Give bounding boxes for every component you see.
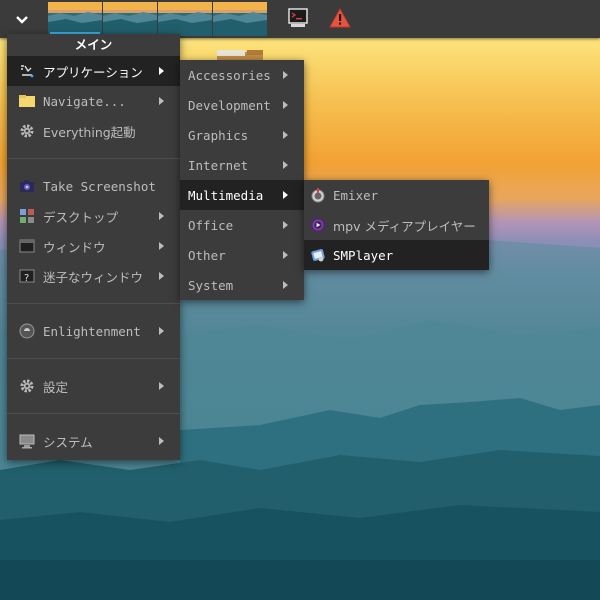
window-icon <box>19 238 35 254</box>
submenu-arrow-icon <box>159 382 164 390</box>
pager-desktop-4[interactable] <box>213 2 267 36</box>
submenu-arrow-icon <box>159 67 164 75</box>
applications-icon <box>19 63 35 79</box>
warning-icon[interactable] <box>328 6 352 30</box>
submenu-arrow-icon <box>283 251 288 259</box>
submenu-arrow-icon <box>283 101 288 109</box>
submenu-arrow-icon <box>283 281 288 289</box>
submenu-arrow-icon <box>159 97 164 105</box>
smplayer-icon <box>310 247 326 263</box>
settings-gear-icon <box>19 378 35 394</box>
submenu-arrow-icon <box>159 212 164 220</box>
submenu-arrow-icon <box>283 221 288 229</box>
desktop-icon <box>19 208 35 224</box>
submenu-arrow-icon <box>159 437 164 445</box>
pager-desktop-1[interactable] <box>48 2 102 36</box>
menu-separator <box>7 158 180 159</box>
app-item-mpv[interactable]: mpv メディアプレイヤー <box>304 210 489 240</box>
pager-desktop-2[interactable] <box>103 2 157 36</box>
menu-item-label: Take Screenshot <box>43 178 156 194</box>
enlightenment-icon <box>19 323 35 339</box>
menu-item-label: Everything起動 <box>43 124 136 140</box>
submenu-item-accessories[interactable]: Accessories <box>180 60 304 90</box>
computer-icon <box>19 433 35 449</box>
submenu-arrow-icon <box>283 131 288 139</box>
submenu-arrow-icon <box>159 242 164 250</box>
menu-item-take-screenshot[interactable]: Take Screenshot <box>7 171 180 201</box>
gear-icon <box>19 123 35 139</box>
menu-separator <box>7 358 180 359</box>
submenu-item-internet[interactable]: Internet <box>180 150 304 180</box>
chevron-down-icon <box>16 9 28 28</box>
submenu-item-development[interactable]: Development <box>180 90 304 120</box>
menu-item-desktop[interactable]: デスクトップ <box>7 201 180 231</box>
mixer-icon <box>310 187 326 203</box>
submenu-item-graphics[interactable]: Graphics <box>180 120 304 150</box>
menu-item-everything[interactable]: Everything起動 <box>7 116 180 146</box>
multimedia-submenu: Emixer mpv メディアプレイヤー SMPlayer <box>304 180 489 270</box>
menu-item-label: SMPlayer <box>333 247 394 263</box>
submenu-arrow-icon <box>283 161 288 169</box>
menu-item-settings[interactable]: 設定 <box>7 371 180 401</box>
menu-separator <box>7 303 180 304</box>
lost-window-icon: ? <box>19 268 35 284</box>
menu-item-label: Emixer <box>333 187 379 203</box>
menu-item-label: mpv メディアプレイヤー <box>333 218 476 234</box>
main-menu-button[interactable] <box>6 3 38 33</box>
folder-icon <box>19 93 35 109</box>
app-item-emixer[interactable]: Emixer <box>304 180 489 210</box>
svg-text:?: ? <box>24 273 29 284</box>
menu-item-system[interactable]: システム <box>7 426 180 456</box>
menu-item-navigate[interactable]: Navigate... <box>7 86 180 116</box>
menu-item-enlightenment[interactable]: Enlightenment <box>7 316 180 346</box>
submenu-arrow-icon <box>283 71 288 79</box>
main-menu-title: メイン <box>74 37 113 52</box>
menu-item-window[interactable]: ウィンドウ <box>7 231 180 261</box>
submenu-item-system[interactable]: System <box>180 270 304 300</box>
camera-icon <box>19 178 35 194</box>
top-shelf <box>0 0 600 38</box>
submenu-item-other[interactable]: Other <box>180 240 304 270</box>
submenu-arrow-icon <box>159 327 164 335</box>
menu-separator <box>7 413 180 414</box>
pager-desktop-3[interactable] <box>158 2 212 36</box>
menu-item-applications[interactable]: アプリケーション <box>7 56 180 86</box>
mpv-icon <box>310 217 326 233</box>
desktop-pager[interactable] <box>48 2 268 36</box>
submenu-item-multimedia[interactable]: Multimedia <box>180 180 304 210</box>
submenu-arrow-icon <box>159 272 164 280</box>
submenu-arrow-icon <box>283 191 288 199</box>
menu-item-lost-windows[interactable]: ? 迷子なウィンドウ <box>7 261 180 291</box>
app-item-smplayer[interactable]: SMPlayer <box>304 240 489 270</box>
terminal-icon[interactable] <box>286 6 310 30</box>
submenu-item-office[interactable]: Office <box>180 210 304 240</box>
applications-submenu: Accessories Development Graphics Interne… <box>180 60 304 300</box>
main-menu: メイン アプリケーション Navigate... Everything起動 Ta… <box>7 34 180 460</box>
